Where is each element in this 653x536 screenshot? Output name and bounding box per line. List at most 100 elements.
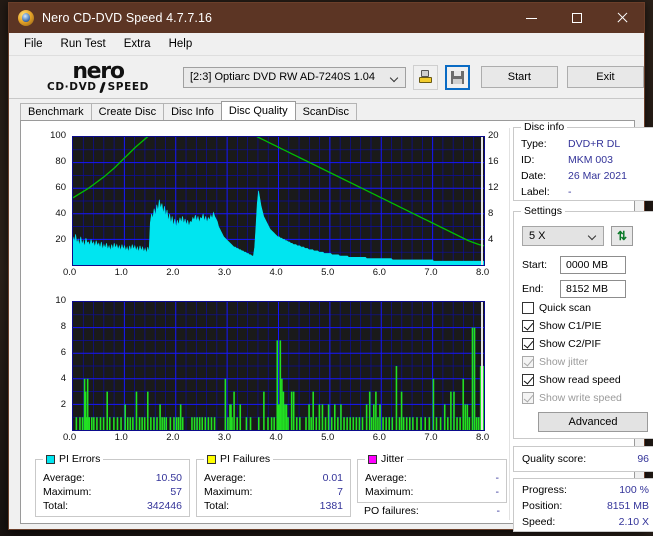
menu-item-extra[interactable]: Extra	[115, 35, 160, 53]
menu-bar: File Run Test Extra Help	[9, 33, 644, 56]
pi-failures-color-swatch	[207, 454, 216, 464]
minimize-button[interactable]	[509, 3, 554, 33]
save-button[interactable]	[445, 64, 470, 90]
disc-info-title: Disc info	[521, 121, 568, 133]
jitter-stats-title: Jitter	[365, 453, 407, 465]
pi-errors-total-row: Total: 342446	[36, 499, 189, 513]
pi-failures-ytick: 6	[60, 347, 66, 358]
disc-date-label: Date:	[521, 170, 547, 182]
pi-failures-ytick: 8	[60, 321, 66, 332]
pi-failures-xtick: 8.0	[476, 432, 490, 443]
pi-errors-xtick: 8.0	[476, 267, 490, 278]
jitter-maximum-value: -	[495, 486, 500, 498]
quality-score-label: Quality score:	[522, 453, 587, 465]
menu-item-run-test[interactable]: Run Test	[52, 35, 115, 53]
advanced-button[interactable]: Advanced	[538, 412, 648, 432]
jitter-stats-box: Jitter Average: - Maximum: -	[357, 453, 507, 503]
nero-slash-icon	[98, 82, 107, 93]
nero-logo-sub-left: CD·DVD	[47, 80, 97, 93]
pi-failures-total-label: Total:	[204, 500, 230, 512]
position-label: Position:	[522, 500, 563, 512]
pi-errors-plot-area	[72, 136, 485, 266]
quality-score-value: 96	[637, 453, 649, 465]
pi-failures-xtick: 5.0	[321, 432, 335, 443]
maximize-button[interactable]	[554, 3, 599, 33]
refresh-icon: ⇅	[616, 229, 628, 243]
application-window: Nero CD-DVD Speed 4.7.7.16 File Run Test…	[8, 2, 653, 532]
nero-logo-word: nero	[72, 58, 125, 84]
exit-button[interactable]: Exit	[566, 66, 644, 88]
tab-create-disc[interactable]: Create Disc	[90, 103, 165, 120]
disc-info-date-row: Date: 26 Mar 2021	[514, 168, 653, 184]
maximize-icon	[571, 13, 582, 23]
pi-failures-maximum-value: 7	[337, 486, 343, 498]
nero-logo-subtitle: CD·DVD SPEED	[47, 80, 149, 93]
pi-failures-chart: 10 8 6 4 2 0.0 1.0 2.0 3.0 4.0 5.0 6.0 7.0 8.0	[35, 293, 507, 453]
pi-failures-stats-box: PI Failures Average: 0.01 Maximum: 7 Tot…	[196, 453, 351, 517]
tab-disc-info[interactable]: Disc Info	[163, 103, 222, 120]
chevron-down-icon	[589, 233, 596, 240]
nero-logo-sub-right: SPEED	[107, 80, 149, 93]
tab-strip: Benchmark Create Disc Disc Info Disc Qua…	[20, 101, 635, 120]
disc-date-value: 26 Mar 2021	[568, 170, 627, 182]
menu-item-help[interactable]: Help	[160, 35, 202, 53]
start-input[interactable]: 0000 MB	[560, 256, 626, 274]
pi-failures-average-row: Average: 0.01	[197, 471, 350, 485]
speed-label: Speed:	[522, 516, 556, 528]
pi-failures-ytick: 4	[60, 373, 66, 384]
drive-select-value: [2:3] Optiarc DVD RW AD-7240S 1.04	[190, 71, 376, 83]
pi-failures-total-value: 1381	[319, 500, 343, 512]
pi-errors-ytick-right: 8	[488, 208, 494, 219]
refresh-button[interactable]: ⇅	[611, 226, 633, 246]
tab-disc-quality[interactable]: Disc Quality	[220, 101, 296, 120]
menu-item-file[interactable]: File	[15, 35, 52, 53]
tab-scandisc[interactable]: ScanDisc	[294, 103, 358, 120]
end-input[interactable]: 8152 MB	[560, 280, 626, 298]
pi-errors-xtick: 0.0	[63, 267, 77, 278]
checkbox-show-read-speed[interactable]: Show read speed	[522, 374, 621, 386]
pi-errors-ytick-right: 4	[488, 234, 494, 245]
pi-failures-maximum-row: Maximum: 7	[197, 485, 350, 499]
pi-failures-ytick: 2	[60, 399, 66, 410]
nero-disc-icon	[18, 10, 34, 26]
start-button[interactable]: Start	[480, 66, 558, 88]
show-c1-pie-checkbox-box	[522, 320, 534, 332]
quality-score-row: Quality score: 96	[514, 447, 653, 471]
disc-info-type-row: Type: DVD+R DL	[514, 136, 653, 152]
window-controls	[509, 3, 644, 33]
checkbox-show-c2-pif[interactable]: Show C2/PIF	[522, 338, 601, 350]
tab-benchmark[interactable]: Benchmark	[20, 103, 92, 120]
jitter-average-row: Average: -	[358, 471, 506, 485]
title-bar: Nero CD-DVD Speed 4.7.7.16	[9, 3, 644, 33]
minimize-icon	[526, 17, 537, 19]
disc-type-value: DVD+R DL	[568, 138, 621, 150]
pi-failures-stats-title: PI Failures	[204, 453, 274, 465]
position-value: 8151 MB	[606, 500, 649, 512]
jitter-average-value: -	[495, 472, 500, 484]
checkbox-quick-scan[interactable]: Quick scan	[522, 302, 591, 314]
pi-errors-total-value: 342446	[146, 500, 182, 512]
disc-quality-panel: 100 80 60 40 20 20 16 12 8 4 0.0 1.0 2.0 3.0 4.0 5.0 6…	[20, 120, 653, 532]
show-c1-pie-label: Show C1/PIE	[539, 320, 602, 332]
pi-failures-xtick: 0.0	[63, 432, 77, 443]
quick-scan-checkbox-box	[522, 302, 534, 314]
disc-info-id-row: ID: MKM 003	[514, 152, 653, 168]
progress-box: Progress: 100 % Position: 8151 MB Speed:…	[513, 478, 653, 532]
jitter-maximum-row: Maximum: -	[358, 485, 506, 499]
pi-errors-average-value: 10.50	[155, 472, 182, 484]
pi-errors-chart: 100 80 60 40 20 20 16 12 8 4 0.0 1.0 2.0 3.0 4.0 5.0 6…	[35, 128, 507, 288]
checkbox-show-c1-pie[interactable]: Show C1/PIE	[522, 320, 601, 332]
eject-button[interactable]	[413, 64, 439, 90]
pi-errors-xtick: 4.0	[269, 267, 283, 278]
pi-errors-color-swatch	[46, 454, 55, 464]
drive-select[interactable]: [2:3] Optiarc DVD RW AD-7240S 1.04	[183, 66, 407, 88]
end-field-label: End:	[522, 283, 544, 295]
progress-label: Progress:	[522, 484, 567, 496]
close-button[interactable]	[599, 3, 644, 33]
pi-errors-plot-svg	[73, 137, 484, 265]
pi-failures-xtick: 3.0	[217, 432, 232, 443]
pi-errors-ytick-right: 16	[488, 156, 499, 167]
pi-errors-maximum-value: 57	[170, 486, 182, 498]
show-c2-pif-checkbox-box	[522, 338, 534, 350]
speed-select[interactable]: 5 X	[522, 226, 604, 246]
